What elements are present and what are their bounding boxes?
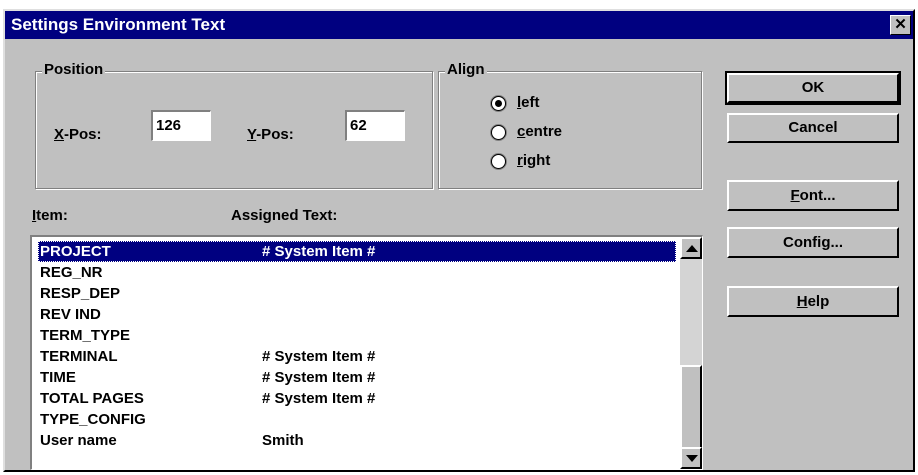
config-button[interactable]: Config... — [727, 227, 899, 258]
list-item[interactable]: TIME # System Item # — [38, 367, 676, 388]
list-scrollbar[interactable] — [680, 237, 702, 469]
ok-button[interactable]: OK — [725, 71, 901, 105]
font-button[interactable]: Font... — [727, 180, 899, 211]
title-bar[interactable]: Settings Environment Text ✕ — [5, 11, 913, 39]
align-left-radio[interactable] — [491, 96, 506, 111]
list-item[interactable]: REG_NR — [38, 262, 676, 283]
list-item[interactable]: PROJECT # System Item # — [38, 241, 676, 262]
list-item[interactable]: TERMINAL # System Item # — [38, 346, 676, 367]
window-title: Settings Environment Text — [11, 15, 226, 34]
align-left-label[interactable]: left — [517, 94, 540, 112]
scroll-up-button[interactable] — [680, 237, 702, 259]
list-item[interactable]: TYPE_CONFIG — [38, 409, 676, 430]
assigned-text-column-header: Assigned Text: — [231, 207, 338, 224]
align-group: Align — [438, 61, 702, 189]
y-pos-label: Y-Pos: — [247, 126, 294, 143]
position-group-label: Position — [42, 61, 106, 79]
radio-selected-dot — [495, 100, 502, 107]
scroll-thumb[interactable] — [680, 365, 702, 450]
list-item[interactable]: REV IND — [38, 304, 676, 325]
x-pos-label: X-Pos: — [54, 126, 102, 143]
cancel-button[interactable]: Cancel — [727, 113, 899, 143]
list-item[interactable]: TOTAL PAGES # System Item # — [38, 388, 676, 409]
x-pos-input[interactable]: 126 — [151, 110, 211, 141]
align-right-radio[interactable] — [491, 154, 506, 169]
list-item[interactable]: TERM_TYPE — [38, 325, 676, 346]
align-group-label: Align — [445, 61, 487, 79]
align-centre-label[interactable]: centre — [517, 123, 562, 141]
y-pos-input[interactable]: 62 — [345, 110, 405, 141]
align-right-label[interactable]: right — [517, 152, 550, 170]
settings-environment-text-dialog: Settings Environment Text ✕ Position X-P… — [3, 9, 915, 472]
help-button[interactable]: Help — [727, 286, 899, 317]
arrow-up-icon — [686, 245, 698, 252]
close-icon: ✕ — [894, 16, 907, 33]
list-item[interactable]: RESP_DEP — [38, 283, 676, 304]
item-listbox[interactable]: PROJECT # System Item # REG_NR RESP_DEP R… — [30, 235, 703, 470]
item-column-header: Item: — [32, 207, 68, 224]
align-centre-radio[interactable] — [491, 125, 506, 140]
scroll-down-button[interactable] — [680, 447, 702, 469]
close-button[interactable]: ✕ — [890, 15, 911, 35]
arrow-down-icon — [686, 455, 698, 462]
list-item[interactable]: User name Smith — [38, 430, 676, 451]
